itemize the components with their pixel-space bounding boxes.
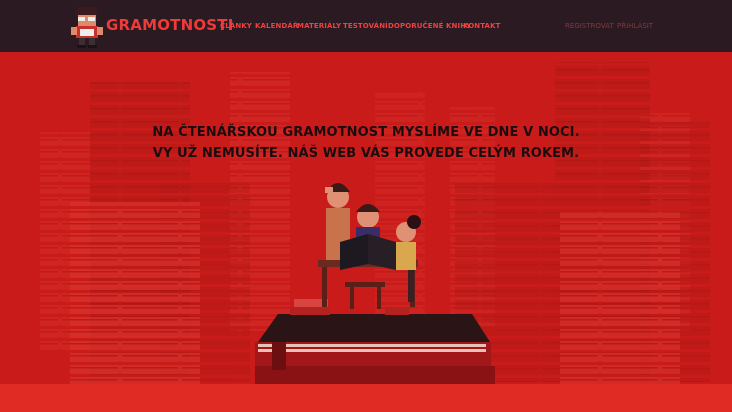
nav-item-materialy[interactable]: MATERIÁLY (297, 22, 341, 30)
nav-item-clanky[interactable]: ČLÁNKY (220, 22, 252, 30)
hero-section: NA ČTENÁŘSKOU GRAMOTNOST MYSLÍME VE DNE … (0, 52, 732, 384)
mascot-logo-icon[interactable] (67, 5, 107, 49)
register-link[interactable]: REGISTROVAT (565, 22, 614, 30)
login-link[interactable]: PŘIHLÁSIT (617, 22, 653, 30)
hero-headline-line1: NA ČTENÁŘSKOU GRAMOTNOST MYSLÍME VE DNE … (152, 125, 580, 140)
nav-item-kalendar[interactable]: KALENDÁŘ (255, 22, 298, 30)
brand-name[interactable]: GRAMOTNOSTI (106, 16, 234, 34)
hero-headline-line2: VY UŽ NEMUSÍTE. NÁŠ WEB VÁS PROVEDE CELÝ… (152, 146, 580, 161)
top-navbar: GRAMOTNOSTI ČLÁNKY KALENDÁŘ MATERIÁLY TE… (0, 0, 732, 52)
nav-item-doporucene-knihy[interactable]: DOPORUČENÉ KNIHY (388, 22, 471, 30)
nav-item-testovani[interactable]: TESTOVÁNÍ (343, 22, 388, 30)
nav-item-kontakt[interactable]: KONTAKT (463, 22, 500, 30)
bottom-band (0, 384, 732, 412)
hero-illustration (40, 62, 710, 384)
